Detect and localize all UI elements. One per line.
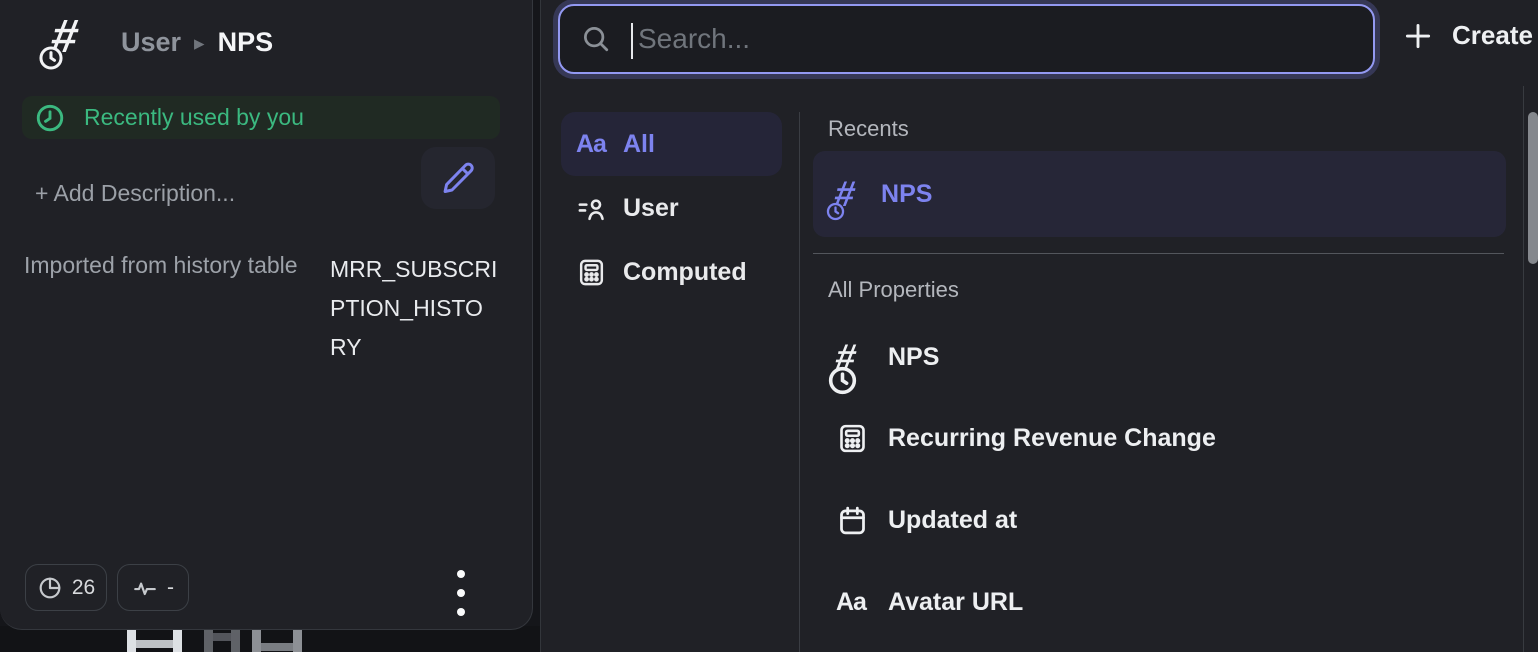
pie-chart-icon bbox=[37, 575, 63, 601]
recent-item-label: NPS bbox=[881, 180, 932, 209]
property-item-label: Updated at bbox=[888, 506, 1017, 535]
breadcrumb: User ▸ NPS bbox=[121, 27, 273, 58]
calculator-icon bbox=[836, 422, 869, 455]
tab-user[interactable]: User bbox=[561, 176, 782, 240]
all-properties-header: All Properties bbox=[828, 277, 959, 303]
section-divider bbox=[813, 253, 1504, 254]
pencil-icon bbox=[440, 160, 476, 196]
distribution-chart-button[interactable]: 26 bbox=[25, 564, 107, 611]
tab-computed[interactable]: Computed bbox=[561, 240, 782, 304]
create-button[interactable]: Create bbox=[1403, 20, 1533, 51]
search-input[interactable] bbox=[560, 6, 1373, 72]
add-description-button[interactable]: + Add Description... bbox=[35, 180, 235, 207]
trend-value: - bbox=[167, 576, 174, 600]
breadcrumb-parent[interactable]: User bbox=[121, 27, 181, 58]
imported-from-label: Imported from history table bbox=[24, 252, 298, 279]
recently-used-badge: Recently used by you bbox=[22, 96, 500, 139]
property-item-recurring-revenue-change[interactable]: Recurring Revenue Change bbox=[813, 397, 1506, 479]
clock-badge-icon bbox=[37, 44, 65, 72]
clock-badge-icon bbox=[825, 201, 846, 222]
chevron-right-icon: ▸ bbox=[194, 31, 205, 56]
property-search-overlay: Create Aa All User bbox=[540, 0, 1538, 652]
numeric-history-property-icon: # bbox=[836, 339, 856, 375]
plus-icon bbox=[1403, 21, 1433, 51]
recently-used-label: Recently used by you bbox=[84, 104, 304, 131]
trend-button[interactable]: - bbox=[117, 564, 189, 611]
property-item-nps[interactable]: # NPS bbox=[813, 316, 1506, 398]
imported-from-value: MRR_SUBSCRIPTION_HISTORY bbox=[330, 250, 498, 367]
numeric-history-property-icon: # bbox=[835, 176, 855, 212]
tab-all[interactable]: Aa All bbox=[561, 112, 782, 176]
kebab-dot bbox=[457, 608, 465, 616]
property-item-label: NPS bbox=[888, 343, 939, 372]
property-item-label: Recurring Revenue Change bbox=[888, 424, 1216, 453]
search-box bbox=[558, 4, 1375, 74]
property-item-label: Avatar URL bbox=[888, 588, 1023, 617]
breadcrumb-current: NPS bbox=[218, 27, 274, 58]
calculator-icon bbox=[576, 257, 607, 288]
property-item-updated-at[interactable]: Updated at bbox=[813, 479, 1506, 561]
recents-header: Recents bbox=[828, 116, 909, 142]
numeric-history-property-icon: # bbox=[52, 12, 78, 59]
column-divider bbox=[799, 112, 800, 652]
kebab-dot bbox=[457, 589, 465, 597]
app-screen: # User ▸ NPS Recently used by you + Add … bbox=[0, 0, 1538, 652]
property-item-avatar-url[interactable]: Aa Avatar URL bbox=[813, 561, 1506, 643]
tab-computed-label: Computed bbox=[623, 258, 747, 287]
calendar-icon bbox=[836, 504, 869, 537]
create-label: Create bbox=[1452, 20, 1533, 51]
history-clock-icon bbox=[35, 103, 65, 133]
pulse-activity-icon bbox=[132, 575, 158, 601]
edit-description-button[interactable] bbox=[421, 147, 495, 209]
recent-item-nps[interactable]: # NPS bbox=[813, 151, 1506, 237]
text-type-icon: Aa bbox=[576, 130, 606, 159]
scrollbar-track-border bbox=[1523, 86, 1524, 652]
clock-badge-icon bbox=[826, 364, 859, 397]
text-type-icon: Aa bbox=[836, 588, 866, 617]
distribution-count: 26 bbox=[72, 576, 95, 600]
background-chart-icon bbox=[127, 630, 182, 652]
background-chart-icon bbox=[252, 630, 302, 652]
background-chart-icon bbox=[204, 630, 240, 652]
user-list-icon bbox=[576, 193, 607, 224]
more-options-button[interactable] bbox=[457, 570, 467, 627]
property-detail-card: # User ▸ NPS Recently used by you + Add … bbox=[0, 0, 533, 630]
kebab-dot bbox=[457, 570, 465, 578]
tab-all-label: All bbox=[623, 130, 655, 159]
tab-user-label: User bbox=[623, 194, 679, 223]
scrollbar-thumb[interactable] bbox=[1528, 112, 1538, 264]
